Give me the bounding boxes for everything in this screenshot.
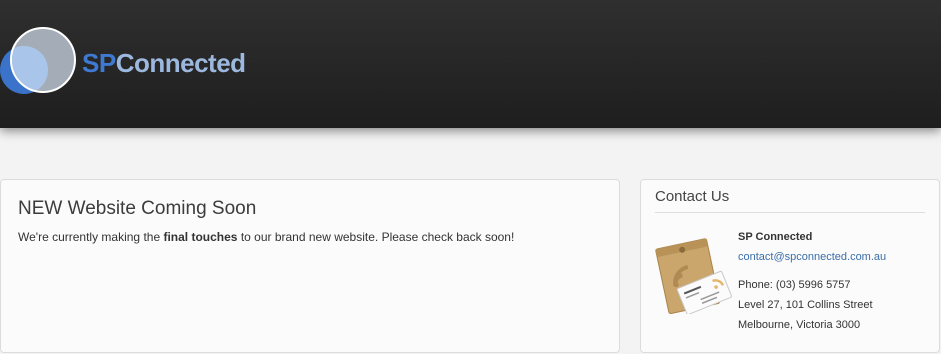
logo-text-connected: Connected — [115, 48, 246, 78]
message-text-after: to our brand new website. Please check b… — [237, 230, 515, 244]
main-message: We're currently making the final touches… — [18, 230, 514, 244]
message-text-before: We're currently making the — [18, 230, 164, 244]
main-content-panel: NEW Website Coming Soon We're currently … — [0, 179, 620, 353]
site-header: SPConnected — [0, 0, 941, 128]
message-text-bold: final touches — [163, 230, 238, 244]
contact-phone: Phone: (03) 5996 5757 — [738, 279, 851, 291]
contact-sidebar: Contact Us SP Connected contact@spconnec… — [640, 179, 940, 353]
contact-address-line1: Level 27, 101 Collins Street — [738, 299, 873, 311]
logo-text-sp: SP — [82, 48, 116, 78]
site-logo-link[interactable]: SPConnected — [0, 26, 260, 96]
contact-company: SP Connected — [738, 231, 813, 243]
contact-details: SP Connected contact@spconnected.com.au … — [738, 227, 938, 335]
main-title: NEW Website Coming Soon — [18, 198, 257, 219]
envelope-business-card-icon — [655, 238, 732, 314]
logo-circle-grey-icon — [10, 27, 76, 93]
contact-email-link[interactable]: contact@spconnected.com.au — [738, 251, 886, 263]
contact-divider — [655, 212, 925, 213]
contact-title: Contact Us — [655, 188, 730, 205]
contact-address-line2: Melbourne, Victoria 3000 — [738, 319, 861, 331]
logo-wordmark: SPConnected — [82, 48, 246, 79]
